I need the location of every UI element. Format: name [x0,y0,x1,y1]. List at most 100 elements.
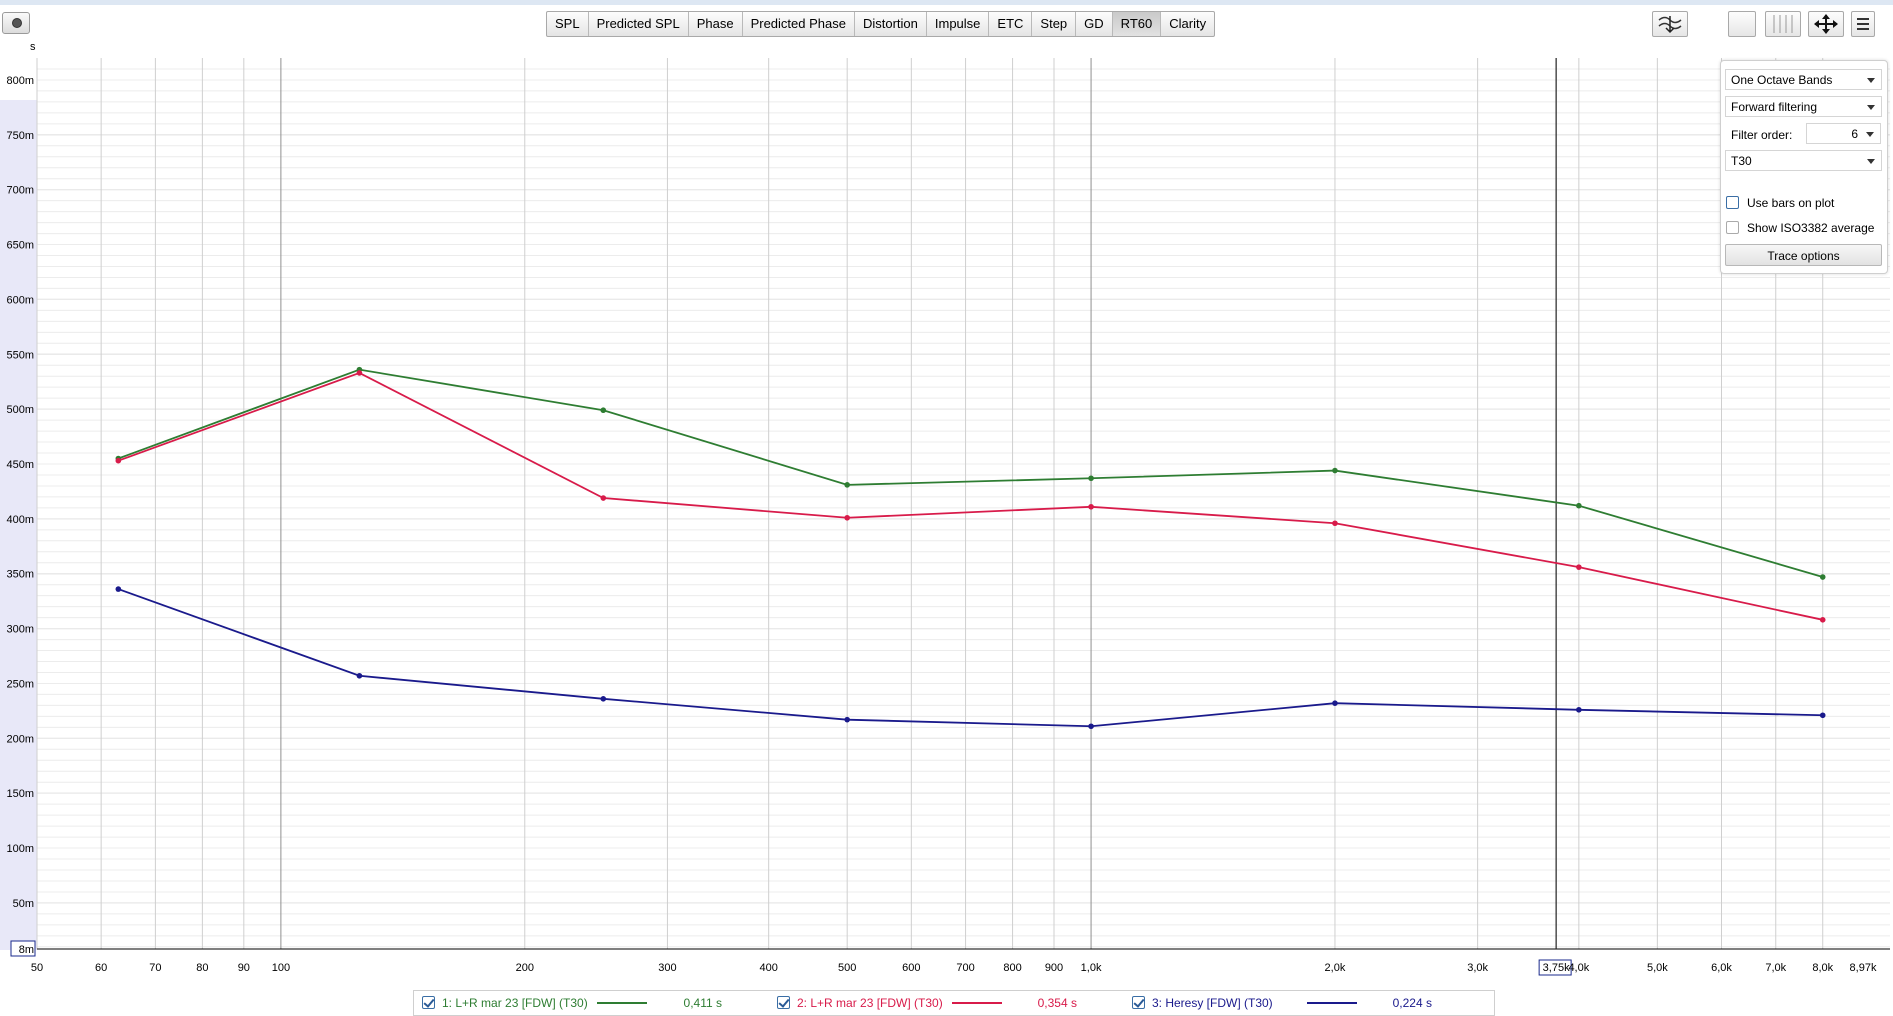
y-tick-label: 200m [6,733,34,745]
grid-view-icon[interactable] [1765,11,1801,37]
legend-bar: 1: L+R mar 23 [FDW] (T30) 0,411 s 2: L+R m… [413,990,1495,1016]
y-tick-label: 800m [6,75,34,87]
data-point [844,716,850,723]
legend-swatch [597,1002,647,1004]
tab-predicted-phase[interactable]: Predicted Phase [743,12,855,36]
tab-phase[interactable]: Phase [689,12,743,36]
data-point [115,586,122,592]
legend-name: 3: Heresy [FDW] (T30) [1152,996,1273,1010]
legend-swatch [1307,1002,1357,1004]
data-point [1576,706,1582,713]
scale-icon[interactable] [1652,11,1688,37]
x-tick-label: 90 [238,962,250,974]
bands-dropdown[interactable]: One Octave Bands [1725,69,1882,90]
x-tick-label: 6,0k [1711,962,1732,974]
metric-dropdown[interactable]: T30 [1725,150,1882,171]
y-tick-label: 8m [19,944,34,956]
y-tick-label: 700m [6,185,34,197]
x-tick-label: 400 [759,962,777,974]
series-line-2 [118,371,1823,621]
tab-etc[interactable]: ETC [989,12,1033,36]
legend-checkbox[interactable] [777,996,790,1009]
camera-icon[interactable] [2,12,30,34]
data-point [1088,475,1094,482]
x-tick-label: 4,0k [1568,962,1589,974]
window-top-strip [0,0,1893,5]
tab-spl[interactable]: SPL [547,12,589,36]
filter-order-select[interactable]: 6 [1806,123,1881,144]
chevron-down-icon [1867,78,1875,83]
x-tick-label: 600 [902,962,920,974]
y-tick-label: 100m [6,843,34,855]
y-tick-label: 400m [6,514,34,526]
data-point [1819,574,1826,580]
legend-swatch [952,1002,1002,1004]
data-point [1819,617,1826,623]
chevron-down-icon [1866,132,1874,137]
move-icon[interactable] [1808,11,1844,37]
chevron-down-icon [1867,105,1875,110]
x-tick-label: 1,0k [1081,962,1102,974]
trace-options-button[interactable]: Trace options [1725,244,1882,266]
y-tick-label: 350m [6,569,34,581]
tab-step[interactable]: Step [1032,12,1077,36]
x-tick-label: 300 [658,962,676,974]
settings-glyph [1857,18,1869,30]
legend-value: 0,411 s [683,996,722,1010]
filtering-value: Forward filtering [1731,100,1818,114]
legend-name: 1: L+R mar 23 [FDW] (T30) [442,996,588,1010]
settings-icon[interactable] [1851,11,1875,37]
tab-gd[interactable]: GD [1076,12,1113,36]
data-point [356,672,363,679]
bands-value: One Octave Bands [1731,73,1833,87]
tab-distortion[interactable]: Distortion [855,12,927,36]
tab-impulse[interactable]: Impulse [927,12,990,36]
data-point [844,514,850,521]
y-tick-label: 750m [6,130,34,142]
legend-checkbox[interactable] [1132,996,1145,1009]
options-panel: One Octave Bands Forward filtering Filte… [1720,60,1888,274]
x-tick-label: 2,0k [1325,962,1346,974]
data-point [600,407,607,414]
y-tick-label: 500m [6,404,34,416]
scale-icon-glyph [1658,16,1682,34]
tab-clarity[interactable]: Clarity [1161,12,1214,36]
y-tick-label: 450m [6,459,34,471]
legend-checkbox[interactable] [422,996,435,1009]
y-tick-label: 650m [6,240,34,252]
use-bars-checkbox[interactable] [1726,196,1739,209]
filter-order-value: 6 [1851,127,1858,141]
data-point [844,482,850,488]
tab-rt60[interactable]: RT60 [1112,12,1162,36]
x-tick-label: 80 [196,962,208,974]
filtering-dropdown[interactable]: Forward filtering [1725,96,1882,117]
metric-value: T30 [1731,154,1752,168]
data-point [1332,520,1338,527]
data-point [1332,700,1338,707]
iso-average-checkbox[interactable] [1726,221,1739,234]
data-point [1088,503,1094,510]
data-point [1576,564,1582,570]
data-point [600,696,607,702]
camera-lens [12,18,22,28]
graph-tabs: SPL Predicted SPL Phase Predicted Phase Dist… [546,11,1216,37]
x-tick-label: 900 [1045,962,1063,974]
x-tick-label: 200 [516,962,534,974]
x-tick-label: 8,97k [1850,962,1877,974]
y-tick-label: 600m [6,294,34,306]
x-tick-label: 50 [31,962,43,974]
grid-view-glyph [1773,15,1793,33]
tab-predicted-spl[interactable]: Predicted SPL [589,12,689,36]
x-tick-label: 800 [1003,962,1021,974]
iso-average-label: Show ISO3382 average [1747,221,1875,235]
rt60-chart[interactable]: 8m 50m 100m 150m 200m 250m 300m 350m 400m 450m 500… [0,40,1893,990]
x-tick-label: 700 [956,962,974,974]
x-tick-label: 7,0k [1765,962,1786,974]
x-tick-label: 500 [838,962,856,974]
chevron-down-icon [1867,159,1875,164]
x-tick-label: 3,75k [1543,962,1570,974]
single-view-icon[interactable] [1728,11,1756,37]
data-point [1088,723,1094,730]
filter-order-label: Filter order: [1731,128,1793,142]
y-tick-label: 250m [6,678,34,690]
